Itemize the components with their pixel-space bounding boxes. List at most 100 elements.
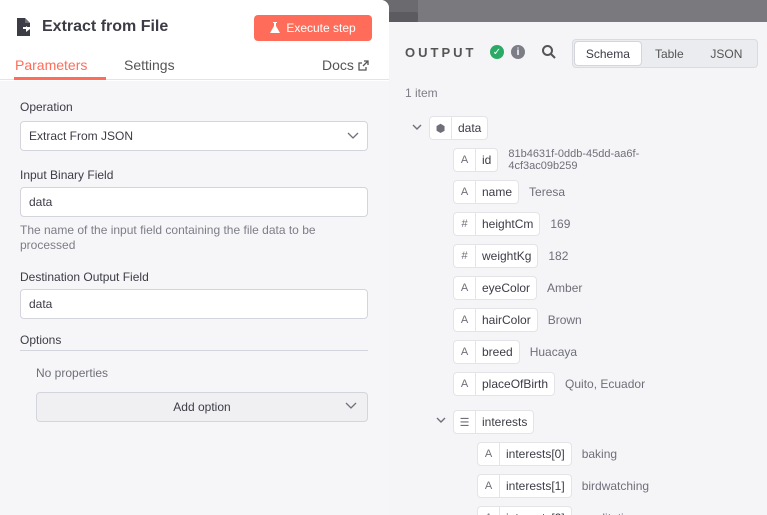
search-icon[interactable] xyxy=(541,44,557,60)
operation-value: Extract From JSON xyxy=(29,129,134,143)
schema-field-value: meditation xyxy=(582,511,637,515)
info-icon[interactable]: i xyxy=(511,45,525,59)
schema-field-value: Quito, Ecuador xyxy=(565,377,646,391)
tab-parameters[interactable]: Parameters xyxy=(15,57,87,73)
schema-root[interactable]: ⬢ data xyxy=(429,116,489,140)
canvas-bar xyxy=(388,12,418,22)
string-type-icon: A xyxy=(478,443,500,465)
schema-field-key: breed xyxy=(482,345,513,359)
schema-field-row[interactable]: AhairColor Brown xyxy=(453,308,582,332)
schema-field-key: interests[2] xyxy=(500,511,571,515)
no-properties-text: No properties xyxy=(36,366,109,380)
destination-output-value: data xyxy=(29,297,53,311)
schema-field-value: Huacaya xyxy=(529,345,578,359)
parameters-body: Operation Extract From JSON Input Binary… xyxy=(0,81,389,515)
object-icon: ⬢ xyxy=(430,117,452,139)
schema-field-value: baking xyxy=(581,447,618,461)
schema-field-row[interactable]: # heightCm 169 xyxy=(453,212,570,236)
input-binary-field[interactable]: data xyxy=(20,187,368,217)
string-type-icon: A xyxy=(454,277,476,299)
string-type-icon: A xyxy=(454,373,476,395)
schema-root-chip: ⬢ data xyxy=(429,116,489,140)
schema-field-key: interests[1] xyxy=(506,479,565,493)
schema-field-value: Teresa xyxy=(529,185,566,199)
external-link-icon xyxy=(358,59,369,71)
number-type-icon: # xyxy=(454,245,476,267)
view-json[interactable]: JSON xyxy=(698,42,755,65)
input-binary-hint: The name of the input field containing t… xyxy=(20,223,316,252)
schema-interests[interactable]: ☰ interests xyxy=(453,410,535,434)
chevron-down-icon[interactable] xyxy=(436,415,446,425)
options-divider xyxy=(20,350,368,351)
schema-field-chip: Ainterests[0] xyxy=(477,442,572,466)
execute-step-button[interactable]: Execute step xyxy=(254,15,372,41)
success-check-icon: ✓ xyxy=(490,45,504,59)
chevron-down-icon xyxy=(347,132,359,139)
schema-field-row[interactable]: Aid 81b4631f-0ddb-45dd-aa6f-4cf3ac09b259 xyxy=(453,148,648,172)
schema-field-row[interactable]: # weightKg 182 xyxy=(453,244,568,268)
schema-field-chip: Aname xyxy=(453,180,520,204)
schema-field-chip: Abreed xyxy=(453,340,520,364)
list-icon: ☰ xyxy=(454,411,476,433)
schema-field-chip: AplaceOfBirth xyxy=(453,372,556,396)
schema-field-key: placeOfBirth xyxy=(482,377,549,391)
input-binary-value: data xyxy=(29,195,53,209)
active-tab-indicator xyxy=(14,77,106,80)
schema-field-row[interactable]: AeyeColor Amber xyxy=(453,276,582,300)
schema-field-chip: Aid xyxy=(453,148,499,172)
schema-field-key: hairColor xyxy=(482,313,531,327)
execute-step-label: Execute step xyxy=(286,21,356,35)
schema-field-key: name xyxy=(482,185,513,199)
schema-field-row[interactable]: Abreed Huacaya xyxy=(453,340,577,364)
schema-field-chip: # weightKg xyxy=(453,244,539,268)
input-binary-label: Input Binary Field xyxy=(20,168,114,182)
schema-field-row[interactable]: AplaceOfBirth Quito, Ecuador xyxy=(453,372,645,396)
options-label: Options xyxy=(20,333,62,347)
docs-label: Docs xyxy=(322,57,354,73)
add-option-button[interactable]: Add option xyxy=(36,392,368,422)
view-table[interactable]: Table xyxy=(641,42,698,65)
schema-field-key: interests[0] xyxy=(506,447,565,461)
node-parameters-panel: Extract from File Execute step Parameter… xyxy=(0,0,389,515)
schema-field-row[interactable]: Ainterests[2] meditation xyxy=(477,506,637,515)
canvas-strip xyxy=(418,0,767,22)
file-extract-icon xyxy=(17,18,30,36)
schema-field-chip: Ainterests[2] xyxy=(477,506,572,515)
number-type-icon: # xyxy=(454,213,476,235)
schema-field-chip: # heightCm xyxy=(453,212,541,236)
string-type-icon: A xyxy=(478,507,500,515)
chevron-down-icon xyxy=(345,402,357,409)
operation-select[interactable]: Extract From JSON xyxy=(20,121,368,151)
schema-field-value: Amber xyxy=(547,281,583,295)
schema-field-value: Brown xyxy=(547,313,582,327)
tab-settings[interactable]: Settings xyxy=(124,57,175,73)
schema-field-row[interactable]: Aname Teresa xyxy=(453,180,565,204)
output-panel: OUTPUT ✓ i Schema Table JSON 1 item ⬢ da… xyxy=(389,22,767,515)
schema-field-chip: Ainterests[1] xyxy=(477,474,572,498)
schema-field-row[interactable]: Ainterests[1] birdwatching xyxy=(477,474,649,498)
schema-field-chip: AhairColor xyxy=(453,308,538,332)
string-type-icon: A xyxy=(454,341,476,363)
docs-link[interactable]: Docs xyxy=(322,57,369,73)
schema-field-value: birdwatching xyxy=(581,479,650,493)
schema-field-key: weightKg xyxy=(482,249,532,263)
schema-field-row[interactable]: Ainterests[0] baking xyxy=(477,442,617,466)
flask-icon xyxy=(270,22,281,33)
chevron-down-icon[interactable] xyxy=(412,122,422,132)
schema-field-value: 81b4631f-0ddb-45dd-aa6f-4cf3ac09b259 xyxy=(508,148,640,172)
output-title: OUTPUT xyxy=(405,45,477,60)
add-option-label: Add option xyxy=(173,400,231,414)
schema-field-value: 182 xyxy=(548,249,569,263)
output-view-switcher: Schema Table JSON xyxy=(572,39,758,68)
string-type-icon: A xyxy=(454,149,476,171)
item-count: 1 item xyxy=(405,86,438,100)
schema-field-key: eyeColor xyxy=(482,281,531,295)
destination-output-field[interactable]: data xyxy=(20,289,368,319)
view-schema[interactable]: Schema xyxy=(575,42,641,65)
string-type-icon: A xyxy=(454,309,476,331)
node-title: Extract from File xyxy=(42,18,169,35)
schema-field-value: 169 xyxy=(550,217,571,231)
string-type-icon: A xyxy=(478,475,500,497)
interests-key: interests xyxy=(482,415,528,429)
schema-field-key: heightCm xyxy=(482,217,534,231)
